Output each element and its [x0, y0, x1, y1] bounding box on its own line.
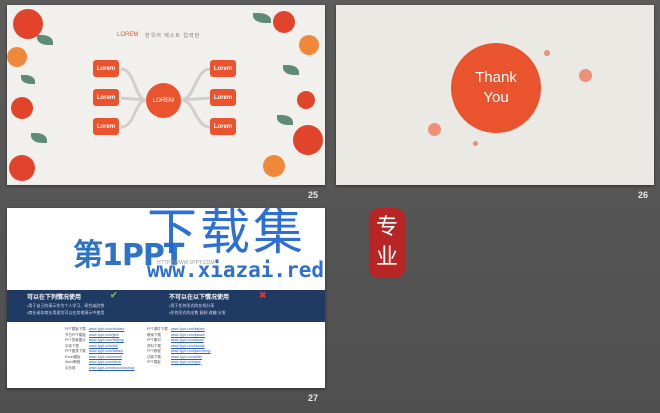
resource-label: PPT素材: [147, 338, 161, 342]
resource-link[interactable]: www.1ppt.com/beijing/: [89, 338, 124, 342]
lorem-box: Lorem: [210, 60, 236, 77]
decorative-dot: [544, 50, 550, 56]
resource-link[interactable]: www.1ppt.com/jieri/: [89, 333, 119, 337]
disallowed-item: •任何形式的出售 复制 改编 分发: [169, 310, 226, 315]
resource-link[interactable]: www.1ppt.com/shouchaobao/: [89, 366, 135, 370]
resource-link[interactable]: www.1ppt.com/xiazai/: [171, 344, 205, 348]
resource-label: PPT模板下载: [65, 327, 86, 331]
title-line-2: You: [483, 89, 509, 106]
disallowed-item: •用于任何形式的在线分享: [169, 303, 215, 308]
watermark-title: 下载集: [147, 203, 306, 261]
resource-label: PPT课件下载: [147, 327, 168, 331]
cross-icon: ✖: [259, 290, 267, 300]
watermark-url: www.xiazai.red: [147, 258, 325, 282]
seal-char: 业: [375, 245, 398, 270]
resource-link[interactable]: www.1ppt.com/jiaocheng/: [171, 349, 211, 353]
allowed-item: •用于自己的演示作为个人学习、研究或欣赏: [27, 303, 105, 308]
resource-link[interactable]: www.1ppt.com/ziti/: [89, 344, 118, 348]
allowed-item: •商业或非商业用途均可以在其他演示中使用: [27, 310, 105, 315]
slide-number: 26: [638, 190, 649, 200]
slide-thumbnail-25[interactable]: LOREM 한국어 텍스트 입력란 Lorem Lorem Lorem Lore…: [7, 5, 325, 185]
resource-label: PPT教程: [147, 349, 161, 353]
resource-label: 教案下载: [147, 332, 161, 337]
usage-info-bar: 可以在下列情况使用 ✔ •用于自己的演示作为个人学习、研究或欣赏 •商业或非商业…: [7, 290, 325, 322]
decorative-dot: [428, 123, 441, 136]
lorem-box: Lorem: [93, 89, 119, 106]
allowed-heading: 可以在下列情况使用: [27, 295, 82, 301]
seal-char: 专: [375, 215, 398, 240]
resource-label: PPT背景图片: [65, 338, 86, 342]
slide-number: 25: [308, 190, 319, 200]
resource-link[interactable]: www.1ppt.com/tubiao/: [89, 349, 123, 353]
resource-label: Excel模板: [65, 354, 81, 359]
resource-link[interactable]: www.1ppt.com/sucai/: [171, 338, 204, 342]
resource-link[interactable]: www.1ppt.com/moban/: [89, 327, 124, 331]
slide-number: 27: [308, 393, 319, 403]
disallowed-heading: 不可以在以下情况使用: [169, 295, 230, 301]
resource-label: PPT图表下载: [65, 349, 86, 353]
resource-label: 资料下载: [147, 343, 161, 348]
resource-label: 节日PPT模板: [65, 332, 86, 337]
resource-label: 手抄报: [65, 365, 76, 370]
resource-label: PPT模板: [147, 360, 161, 364]
resource-link[interactable]: www.1ppt.com/ppt/: [171, 360, 201, 364]
thank-you-circle: Thank You: [451, 43, 541, 133]
check-icon: ✔: [110, 290, 118, 300]
center-circle: LOREM: [146, 83, 181, 118]
lorem-box: Lorem: [93, 118, 119, 135]
resource-link[interactable]: www.1ppt.com/jiaoan/: [171, 333, 205, 337]
resource-link[interactable]: www.1ppt.com/word/: [89, 360, 121, 364]
resource-link[interactable]: www.1ppt.com/excel/: [89, 355, 122, 359]
resource-link[interactable]: www.1ppt.com/shiti/: [171, 355, 202, 359]
resource-label: Word教程: [65, 360, 81, 364]
lorem-box: Lorem: [210, 89, 236, 106]
lorem-box: Lorem: [210, 118, 236, 135]
watermark-seal: 专 业: [369, 208, 405, 278]
resource-label: 试卷下载: [147, 354, 161, 359]
decorative-dot: [473, 141, 478, 146]
lorem-box: Lorem: [93, 60, 119, 77]
resource-link[interactable]: www.1ppt.com/kejian/: [171, 327, 205, 331]
decorative-dot: [579, 69, 592, 82]
slide-thumbnail-26[interactable]: Thank You: [336, 5, 654, 185]
resource-label: 字体下载: [65, 343, 79, 348]
title-line-1: Thank: [475, 69, 517, 86]
